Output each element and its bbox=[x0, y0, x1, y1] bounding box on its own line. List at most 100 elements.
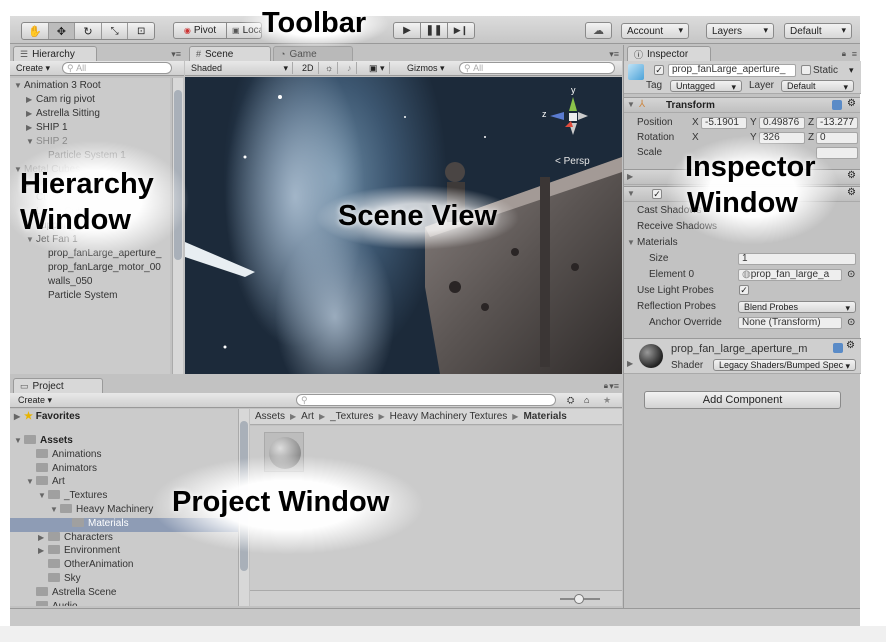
hierarchy-item[interactable]: ▶ Cam rig pivot bbox=[10, 94, 170, 108]
filter-by-label-icon[interactable]: ⌂ bbox=[580, 394, 593, 406]
filter-by-type-icon[interactable]: ⛭ bbox=[563, 394, 578, 406]
anchor-picker-icon[interactable]: ⊙ bbox=[847, 317, 855, 328]
material-settings-icon[interactable]: ⚙ bbox=[846, 340, 855, 351]
folder-expand-icon[interactable]: ▼ bbox=[50, 505, 60, 514]
hierarchy-item[interactable]: walls_050 bbox=[10, 276, 170, 290]
folder-expand-icon[interactable]: ▶ bbox=[38, 533, 48, 542]
anchor-override-field[interactable]: None (Transform) bbox=[738, 317, 842, 329]
project-menu-icon[interactable]: ▾≡ bbox=[609, 381, 619, 392]
hierarchy-create-button[interactable]: Create ▾ bbox=[12, 62, 54, 74]
transform-settings-icon[interactable]: ⚙ bbox=[847, 98, 856, 109]
scene-search-input[interactable]: ⚲ All bbox=[459, 62, 615, 74]
favorites-star-icon[interactable]: ★ bbox=[599, 394, 615, 406]
folder-expand-icon[interactable]: ▶ bbox=[38, 546, 48, 555]
project-lock-icon[interactable]: 🔒︎ bbox=[604, 381, 608, 391]
zoom-slider-thumb[interactable] bbox=[574, 594, 584, 604]
hierarchy-expand-icon[interactable]: ▶ bbox=[26, 95, 36, 104]
rotation-z-input[interactable]: 0 bbox=[816, 132, 858, 144]
breadcrumb-item[interactable]: Materials bbox=[523, 411, 566, 422]
hierarchy-item[interactable]: ▼ Animation 3 Root bbox=[10, 80, 170, 94]
tab-game[interactable]: ◔ Game bbox=[273, 46, 353, 61]
hierarchy-item[interactable]: ▶ SHIP 1 bbox=[10, 122, 170, 136]
breadcrumb-item[interactable]: Assets bbox=[255, 411, 285, 422]
hierarchy-item[interactable]: prop_fanLarge_motor_00 bbox=[10, 262, 170, 276]
layers-dropdown[interactable]: Layers bbox=[706, 23, 774, 39]
mesh-renderer-settings-icon[interactable]: ⚙ bbox=[847, 187, 856, 198]
project-create-button[interactable]: Create ▾ bbox=[14, 394, 56, 406]
materials-label[interactable]: ▼ Materials bbox=[627, 237, 678, 248]
gizmos-dropdown[interactable]: Gizmos ▾ bbox=[403, 62, 449, 74]
materials-size-input[interactable]: 1 bbox=[738, 253, 856, 265]
hierarchy-expand-icon[interactable]: ▼ bbox=[14, 81, 24, 90]
pivot-toggle[interactable]: ◉ Pivot bbox=[173, 22, 227, 39]
transform-help-icon[interactable] bbox=[832, 100, 842, 110]
play-button[interactable]: ▶ bbox=[393, 22, 421, 39]
hierarchy-item[interactable]: Particle System bbox=[10, 290, 170, 304]
static-chevron-icon[interactable]: ▾ bbox=[849, 65, 854, 76]
hierarchy-search-input[interactable]: ⚲ All bbox=[62, 62, 172, 74]
rotate-tool-icon[interactable]: ↻ bbox=[75, 23, 102, 39]
move-tool-icon[interactable]: ✥ bbox=[48, 23, 76, 39]
project-folder-item[interactable]: ▼ Assets bbox=[10, 435, 238, 449]
active-checkbox[interactable]: ✓ bbox=[654, 65, 664, 75]
tab-project[interactable]: ▭ Project bbox=[13, 378, 103, 393]
light-probes-checkbox[interactable]: ✓ bbox=[739, 285, 749, 295]
material-header[interactable]: ▶ prop_fan_large_aperture_m ⚙ Shader Leg… bbox=[624, 338, 861, 374]
folder-expand-icon[interactable]: ▼ bbox=[38, 491, 48, 500]
rect-tool-icon[interactable]: ⊡ bbox=[128, 23, 154, 39]
step-button[interactable]: ▶❙ bbox=[447, 22, 475, 39]
favorites-row[interactable]: ▶ ★ Favorites bbox=[10, 411, 238, 425]
tab-scene[interactable]: # Scene bbox=[189, 46, 271, 61]
inspector-lock-icon[interactable]: 🔒︎ bbox=[842, 49, 846, 59]
material-help-icon[interactable] bbox=[833, 343, 843, 353]
folder-expand-icon[interactable]: ▼ bbox=[26, 477, 36, 486]
breadcrumb-item[interactable]: Art bbox=[301, 411, 314, 422]
folder-expand-icon[interactable]: ▼ bbox=[14, 436, 24, 445]
tag-dropdown[interactable]: Untagged bbox=[670, 80, 742, 93]
projection-label[interactable]: < Persp bbox=[555, 156, 590, 167]
breadcrumb-item[interactable]: _Textures bbox=[330, 411, 373, 422]
effects-toggle-icon[interactable]: ▣ ▾ bbox=[365, 62, 390, 74]
hierarchy-item[interactable]: ▶ Astrella Sitting bbox=[10, 108, 170, 122]
2d-toggle[interactable]: 2D bbox=[298, 62, 319, 74]
scene-menu-icon[interactable]: ▾≡ bbox=[609, 49, 619, 60]
project-folder-item[interactable]: Animations bbox=[10, 448, 238, 463]
zoom-slider[interactable] bbox=[560, 594, 600, 604]
add-component-button[interactable]: Add Component bbox=[644, 391, 841, 409]
layout-dropdown[interactable]: Default bbox=[784, 23, 852, 39]
static-checkbox[interactable] bbox=[801, 65, 811, 75]
hierarchy-expand-icon[interactable]: ▶ bbox=[26, 109, 36, 118]
scale-tool-icon[interactable]: ⤡ bbox=[102, 23, 129, 39]
audio-toggle-icon[interactable]: ♪ bbox=[343, 62, 357, 74]
layer-dropdown[interactable]: Default bbox=[781, 80, 854, 93]
tab-hierarchy[interactable]: ☰ Hierarchy bbox=[13, 46, 97, 61]
hierarchy-expand-icon[interactable]: ▶ bbox=[26, 123, 36, 132]
tab-inspector[interactable]: ⓘ Inspector bbox=[627, 46, 711, 61]
shading-dropdown[interactable]: Shaded ▾ bbox=[187, 62, 293, 74]
object-name-input[interactable]: prop_fanLarge_aperture_ bbox=[668, 64, 796, 77]
shader-dropdown[interactable]: Legacy Shaders/Bumped Spec bbox=[713, 359, 856, 371]
pause-button[interactable]: ❚❚ bbox=[420, 22, 448, 39]
account-dropdown[interactable]: Account bbox=[621, 23, 689, 39]
project-folder-item[interactable]: Astrella Scene bbox=[10, 586, 238, 601]
mesh-renderer-checkbox[interactable]: ✓ bbox=[652, 189, 662, 199]
breadcrumb-item[interactable]: Heavy Machinery Textures bbox=[390, 411, 508, 422]
position-z-input[interactable]: -13.277 bbox=[816, 117, 858, 129]
project-folder-item[interactable]: OtherAnimation bbox=[10, 559, 238, 573]
scene-gizmo[interactable]: y z bbox=[540, 85, 596, 149]
project-search-input[interactable]: ⚲ bbox=[296, 394, 556, 406]
element0-field[interactable]: ◍prop_fan_large_a bbox=[738, 269, 842, 281]
lighting-toggle-icon[interactable]: ☼ bbox=[321, 62, 339, 74]
mesh-filter-settings-icon[interactable]: ⚙ bbox=[847, 170, 856, 181]
cloud-button[interactable]: ☁ bbox=[585, 22, 612, 39]
hand-tool-icon[interactable]: ✋ bbox=[22, 23, 49, 39]
project-folder-item[interactable]: ▶ Environment bbox=[10, 545, 238, 559]
hierarchy-menu-icon[interactable]: ▾≡ bbox=[171, 49, 181, 60]
project-folder-item[interactable]: Sky bbox=[10, 573, 238, 587]
position-x-input[interactable]: -5.1901 bbox=[701, 117, 747, 129]
inspector-menu-icon[interactable]: ≡ bbox=[852, 49, 857, 59]
reflection-probes-dropdown[interactable]: Blend Probes bbox=[738, 301, 856, 314]
element0-picker-icon[interactable]: ⊙ bbox=[847, 269, 855, 280]
project-folder-item[interactable]: Audio bbox=[10, 600, 238, 606]
hierarchy-expand-icon[interactable]: ▼ bbox=[26, 137, 36, 146]
